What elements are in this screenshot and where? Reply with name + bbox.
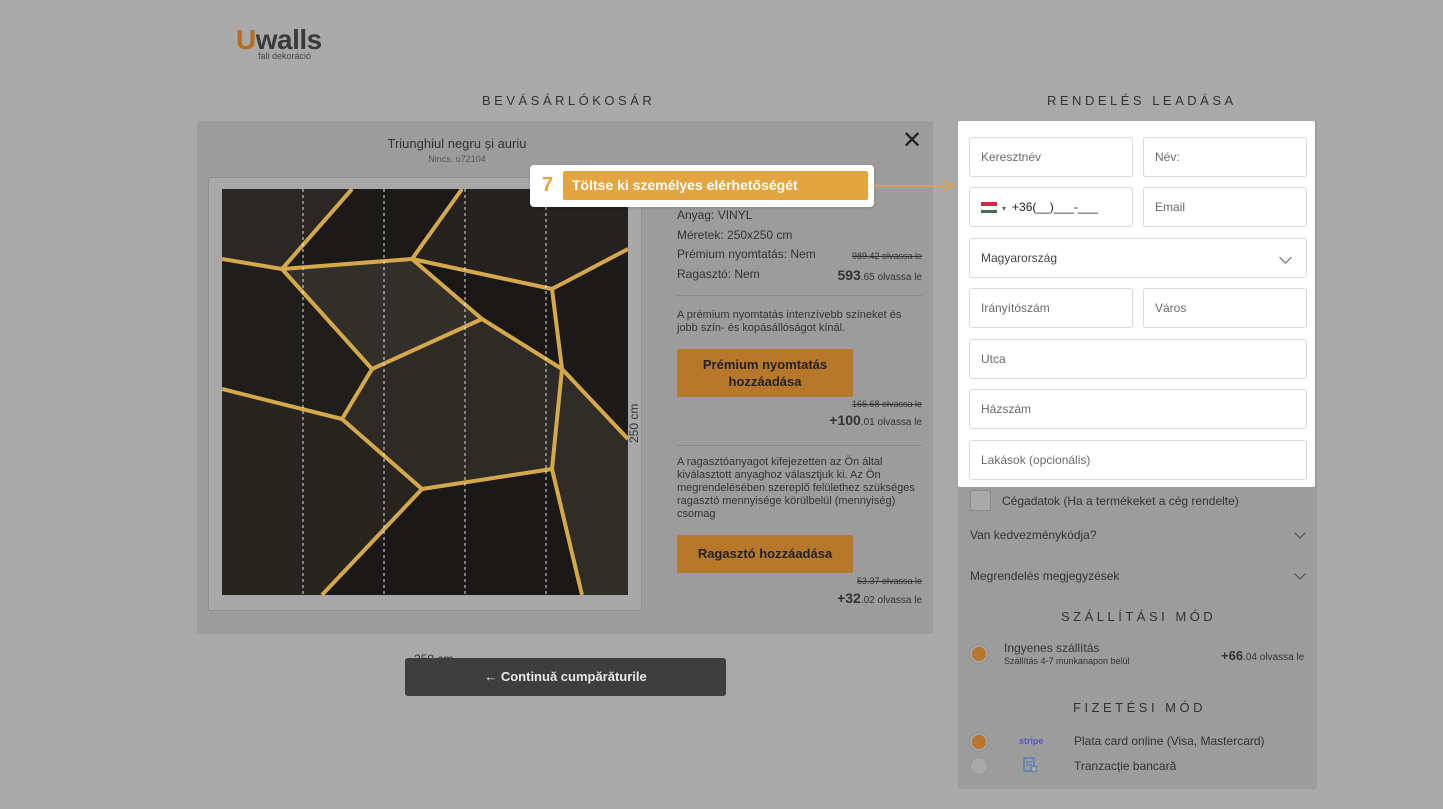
premium-price-int: +100	[829, 412, 861, 428]
house-number-field[interactable]	[969, 389, 1307, 429]
shipping-radio[interactable]	[970, 645, 988, 663]
price-old: 989.42 olvassa le	[851, 251, 922, 261]
chevron-down-icon[interactable]	[1279, 251, 1292, 264]
zip-field[interactable]	[969, 288, 1133, 328]
city-input[interactable]	[1155, 289, 1306, 327]
cart-title: BEVÁSÁRLÓKOSÁR	[482, 93, 656, 108]
tooltip-step-number: 7	[541, 174, 554, 196]
payment-card-label[interactable]: Plata card online (Visa, Mastercard)	[1074, 734, 1265, 748]
email-field[interactable]	[1143, 187, 1307, 227]
bank-transfer-icon	[1023, 757, 1038, 773]
adhesive-price-old: 53.37 olvassa le	[856, 576, 922, 586]
premium-note: A prémium nyomtatás intenzívebb színeket…	[677, 309, 902, 334]
adhesive-price-new: +32.02 olvassa le	[837, 590, 922, 606]
add-premium-button[interactable]: Prémium nyomtatás hozzáadása	[677, 349, 853, 397]
product-details: Anyag: VINYL Méretek: 250x250 cm Prémium…	[677, 206, 922, 606]
phone-dropdown-icon[interactable]: ▾	[1002, 204, 1006, 213]
tooltip-text: Töltse ki személyes elérhetőségét	[563, 171, 868, 200]
street-field[interactable]	[969, 339, 1307, 379]
phone-value[interactable]: +36(__)___-___	[1012, 200, 1098, 214]
first-name-input[interactable]	[981, 138, 1132, 176]
product-name: Triunghiul negru și auriu	[387, 136, 527, 151]
shipping-title: SZÁLLÍTÁSI MÓD	[1061, 609, 1217, 624]
price-new-rest: .65 olvassa le	[860, 272, 922, 283]
divider	[677, 295, 922, 296]
city-field[interactable]	[1143, 288, 1307, 328]
product-code: Nincs. u72104	[428, 154, 486, 164]
add-adhesive-button[interactable]: Ragasztó hozzáadása	[677, 535, 853, 573]
adhesive-note: A ragasztóanyagot kifejezetten az Ön ált…	[677, 456, 915, 520]
product-image	[222, 189, 628, 595]
premium-price-old: 166.68 olvassa le	[851, 399, 922, 409]
adhesive-price-int: +32	[837, 590, 861, 606]
price-new-int: 593	[837, 267, 861, 283]
continue-shopping-button[interactable]: ← Continuă cumpărăturile	[405, 658, 726, 696]
logo-u: U	[236, 24, 256, 55]
product-image-frame: 250 cm 250 cm	[208, 177, 642, 666]
email-input[interactable]	[1155, 188, 1306, 226]
spec-material: Anyag: VINYL	[677, 208, 753, 222]
shipping-price: +66.04 olvassa le	[1221, 648, 1304, 663]
payment-card-radio[interactable]	[970, 733, 988, 751]
spec-size: Méretek: 250x250 cm	[677, 227, 793, 242]
payment-title: FIZETÉSI MÓD	[1073, 700, 1206, 715]
stripe-logo: stripe	[1019, 736, 1044, 746]
shipping-option-sub: Szállítás 4-7 munkanapon belül	[1004, 656, 1130, 666]
logo[interactable]: Uwalls fali dekoráció	[236, 26, 322, 62]
country-select[interactable]: Magyarország	[969, 238, 1307, 278]
company-checkbox-label[interactable]: Cégadatok (Ha a termékeket a cég rendelt…	[1002, 494, 1239, 508]
phone-field[interactable]: ▾ +36(__)___-___	[969, 187, 1133, 227]
premium-price-rest: .01 olvassa le	[860, 417, 922, 428]
shipping-option-label[interactable]: Ingyenes szállítás	[1004, 641, 1099, 655]
logo-wordmark: Uwalls	[236, 26, 322, 54]
hungary-flag-icon[interactable]	[981, 202, 997, 214]
comments-toggle[interactable]: Megrendelés megjegyzések	[970, 569, 1119, 583]
premium-price-new: +100.01 olvassa le	[829, 412, 922, 428]
payment-bank-label[interactable]: Tranzacție bancară	[1074, 759, 1176, 773]
zip-input[interactable]	[981, 289, 1132, 327]
payment-bank-radio[interactable]	[970, 757, 988, 775]
apartment-input[interactable]	[981, 441, 1306, 479]
order-title: RENDELÉS LEADÁSA	[1047, 93, 1237, 108]
country-value[interactable]: Magyarország	[981, 251, 1057, 265]
company-checkbox[interactable]	[970, 490, 991, 511]
last-name-input[interactable]	[1155, 138, 1306, 176]
tooltip-arrow-icon	[874, 179, 956, 193]
street-input[interactable]	[981, 340, 1306, 378]
shipping-price-rest: .04 olvassa le	[1243, 652, 1305, 663]
shipping-price-int: +66	[1221, 648, 1244, 663]
last-name-field[interactable]	[1143, 137, 1307, 177]
house-number-input[interactable]	[981, 390, 1306, 428]
close-icon[interactable]: ✕	[902, 129, 922, 153]
discount-toggle[interactable]: Van kedvezménykódja?	[970, 528, 1097, 542]
first-name-field[interactable]	[969, 137, 1133, 177]
price-new: 593.65 olvassa le	[837, 267, 922, 283]
apartment-field[interactable]	[969, 440, 1307, 480]
onboarding-tooltip: 7 Töltse ki személyes elérhetőségét	[530, 165, 874, 207]
dimension-height: 250 cm	[627, 403, 641, 443]
adhesive-price-rest: .02 olvassa le	[860, 595, 922, 606]
divider	[677, 445, 922, 446]
